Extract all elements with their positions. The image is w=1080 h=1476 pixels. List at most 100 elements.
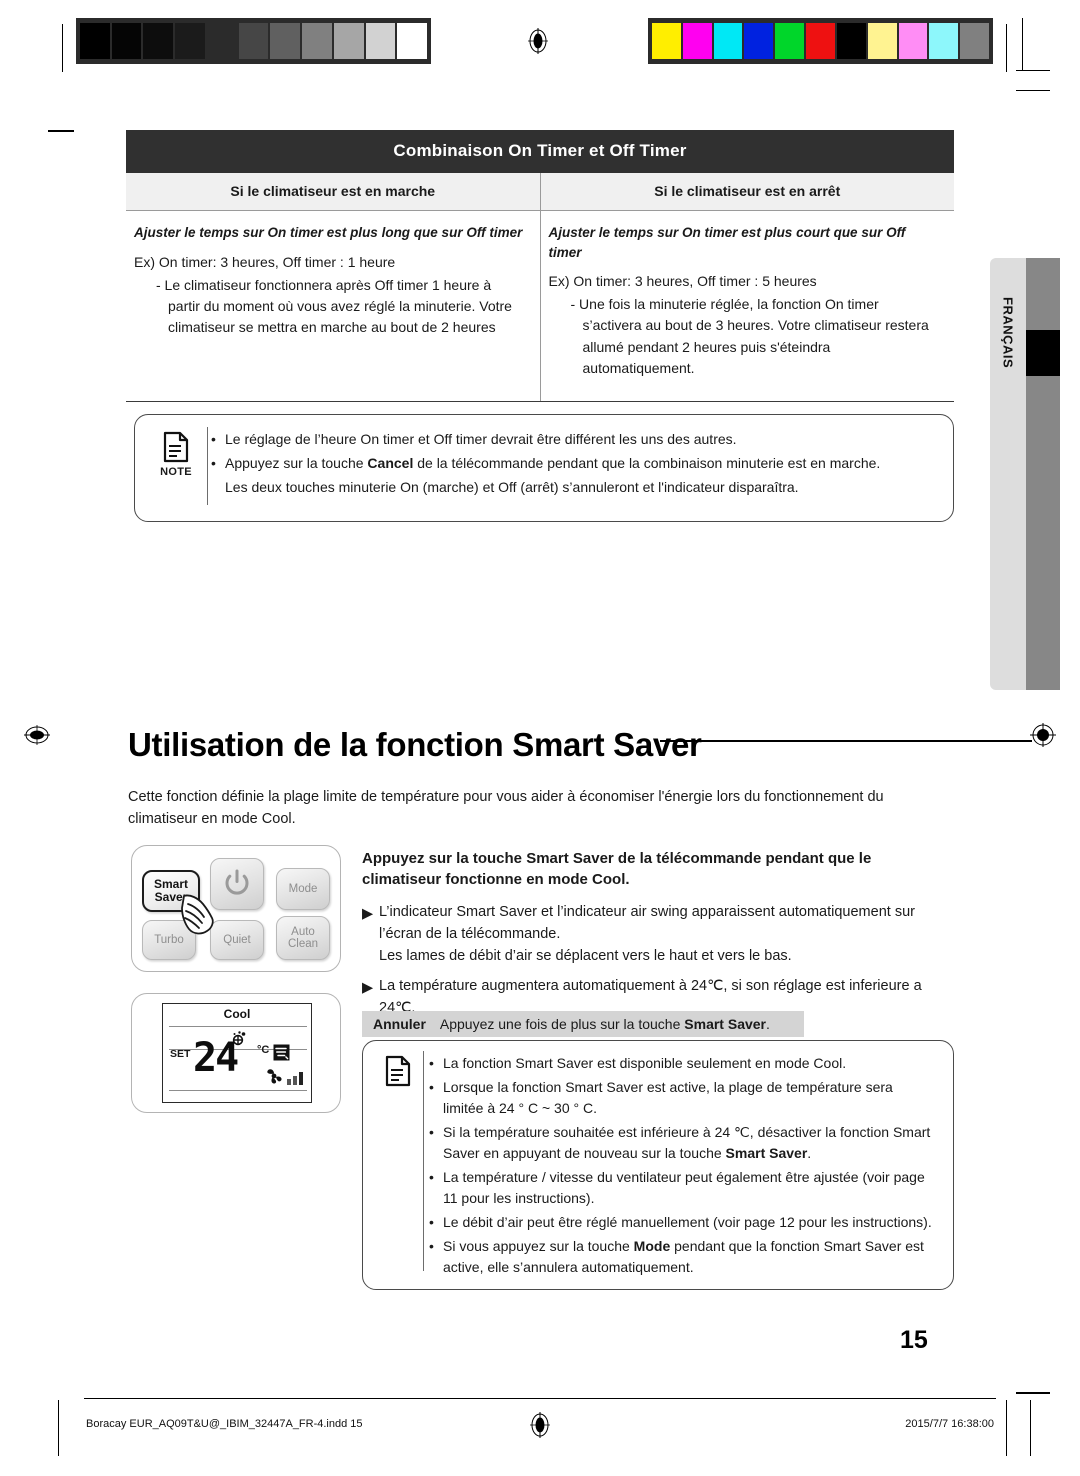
- manual-page: FRANÇAIS Combinaison On Timer et Off Tim…: [0, 0, 1080, 1476]
- trim-tick-right: [1006, 24, 1007, 72]
- lcd-mode-label: Cool: [223, 1007, 251, 1021]
- note-items: • Le réglage de l’heure On timer et Off …: [205, 429, 937, 501]
- fan-level-bars: [287, 1072, 303, 1085]
- lcd-unit-label: °C: [257, 1044, 270, 1056]
- cancel-instruction-text: Appuyez une fois de plus sur la touche S…: [439, 1016, 770, 1032]
- note-item: • Si la température souhaitée est inféri…: [429, 1122, 937, 1164]
- calibration-swatch: [270, 23, 301, 59]
- calibration-swatch: [333, 23, 364, 59]
- power-icon: [223, 868, 251, 899]
- triangle-bullet-icon: ▶: [362, 905, 374, 922]
- calibration-swatch: [302, 23, 332, 59]
- bullet-icon: •: [429, 1169, 434, 1185]
- table-cell-stopped: Ajuster le temps sur On timer est plus c…: [541, 211, 955, 401]
- crop-mark-bottom-right: [1016, 1392, 1050, 1394]
- note-item-text: La température / vitesse du ventilateur …: [443, 1169, 925, 1206]
- remote-smart-saver-button[interactable]: Smart Saver: [142, 870, 200, 912]
- remote-power-button[interactable]: [210, 858, 264, 910]
- calibration-swatch: [238, 23, 269, 59]
- calibration-swatch: [365, 23, 396, 59]
- remote-mode-button[interactable]: Mode: [276, 868, 330, 910]
- trim-tick-right-h2: [1016, 90, 1050, 91]
- bullet-icon: •: [211, 455, 216, 471]
- remote-display-illustration: Cool SET 24 °C: [131, 993, 341, 1113]
- note-item-text: Lorsque la fonction Smart Saver est acti…: [443, 1079, 893, 1116]
- bullet-icon: •: [429, 1214, 434, 1230]
- note-item: • Le réglage de l’heure On timer et Off …: [211, 429, 937, 450]
- registration-target-top: [525, 28, 551, 54]
- calibration-swatch: [929, 23, 959, 59]
- remote-turbo-button[interactable]: Turbo: [142, 920, 196, 960]
- calibration-swatch: [682, 23, 712, 59]
- bullet-icon: •: [429, 1055, 434, 1071]
- table-cell-running: Ajuster le temps sur On timer est plus l…: [126, 211, 541, 402]
- table-cell-lead: Ajuster le temps sur On timer est plus c…: [548, 225, 906, 260]
- calibration-swatch: [836, 23, 866, 59]
- trim-tick-right-outer: [1022, 18, 1023, 70]
- calibration-swatch: [175, 23, 205, 59]
- note-item: • La fonction Smart Saver est disponible…: [429, 1053, 937, 1074]
- remote-quiet-button[interactable]: Quiet: [210, 920, 264, 960]
- note-item-text: Si la température souhaitée est inférieu…: [443, 1124, 931, 1161]
- air-swing-icon: [273, 1044, 290, 1066]
- note-text-pre: Appuyez sur la touche: [225, 455, 368, 471]
- note-item: • Appuyez sur la touche Cancel de la tél…: [211, 453, 937, 474]
- note-item-text: La fonction Smart Saver est disponible s…: [443, 1055, 847, 1071]
- note-item-text: Le débit d’air peut être réglé manuellem…: [443, 1214, 932, 1230]
- language-tab-label: FRANÇAIS: [1000, 297, 1016, 369]
- language-tab-marker: [1026, 330, 1060, 376]
- note-item: • Lorsque la fonction Smart Saver est ac…: [429, 1077, 937, 1119]
- note-item-text: Appuyez sur la touche Cancel de la téléc…: [225, 453, 937, 474]
- footer-timestamp: 2015/7/7 16:38:00: [905, 1418, 994, 1430]
- calibration-strip: [0, 18, 1080, 91]
- table-cell-detail: - Une fois la minuterie réglée, la fonct…: [570, 296, 929, 376]
- calibration-swatch: [206, 23, 237, 59]
- lcd-divider: [169, 1090, 307, 1091]
- color-calibration-bar: [648, 18, 993, 64]
- footer-filename: Boracay EUR_AQ09T&U@_IBIM_32447A_FR-4.in…: [86, 1418, 363, 1430]
- note-subline: Les deux touches minuterie On (marche) e…: [225, 479, 799, 495]
- crop-mark-left-top: [48, 130, 74, 132]
- cancel-instruction-bar: Annuler Appuyez une fois de plus sur la …: [362, 1011, 804, 1037]
- language-side-tab: FRANÇAIS: [990, 258, 1060, 690]
- instructions-block: Appuyez sur la touche Smart Saver de la …: [362, 848, 954, 1027]
- instructions-heading: Appuyez sur la touche Smart Saver de la …: [362, 850, 872, 889]
- remote-button-label: Turbo: [154, 933, 184, 946]
- table-cell-example: Ex) On timer: 3 heures, Off timer : 5 he…: [548, 273, 817, 290]
- note-item-text: Si vous appuyez sur la touche Mode penda…: [443, 1238, 924, 1275]
- note-item: • La température / vitesse du ventilateu…: [429, 1167, 937, 1209]
- note-box-timer: NOTE • Le réglage de l’heure On timer et…: [134, 414, 954, 522]
- note-item: • Si vous appuyez sur la touche Mode pen…: [429, 1236, 937, 1278]
- calibration-swatch: [713, 23, 743, 59]
- calibration-swatch: [111, 23, 142, 59]
- bullet-icon: •: [429, 1079, 434, 1095]
- note-box-smart-saver: • La fonction Smart Saver est disponible…: [362, 1040, 954, 1290]
- calibration-swatch: [775, 23, 805, 59]
- lcd-set-label: SET: [170, 1048, 191, 1060]
- calibration-swatch: [960, 23, 989, 59]
- trim-tick-right-h1: [1016, 70, 1050, 71]
- calibration-swatch: [397, 23, 428, 59]
- remote-button-label: Mode: [288, 882, 318, 895]
- instruction-extra: Les lames de débit d’air se déplacent ve…: [379, 947, 792, 964]
- remote-auto-clean-button[interactable]: Auto Clean: [276, 916, 330, 960]
- table-cell-lead: Ajuster le temps sur On timer est plus l…: [134, 225, 523, 240]
- calibration-swatch: [867, 23, 897, 59]
- section-intro: Cette fonction définie la plage limite d…: [128, 789, 884, 828]
- print-footer: Boracay EUR_AQ09T&U@_IBIM_32447A_FR-4.in…: [0, 1418, 1080, 1438]
- remote-button-label: Auto Clean: [287, 925, 319, 950]
- table-col-header-off: Si le climatiseur est en arrêt: [654, 183, 841, 199]
- bullet-icon: •: [429, 1124, 434, 1140]
- instruction-item: ▶ L’indicateur Smart Saver et l’indicate…: [362, 901, 954, 967]
- document-icon: [163, 431, 189, 463]
- remote-button-label: Smart Saver: [153, 877, 188, 904]
- language-tab-dark-strip: [1026, 258, 1060, 690]
- instruction-item-text: L’indicateur Smart Saver et l’indicateur…: [379, 901, 954, 967]
- note-label: NOTE: [160, 466, 192, 478]
- trim-tick-left: [62, 24, 63, 72]
- note-icon-column: NOTE: [147, 429, 205, 501]
- table-cell-detail: - Le climatiseur fonctionnera après Off …: [156, 276, 512, 336]
- note-item-text: Le réglage de l’heure On timer et Off ti…: [225, 431, 737, 447]
- table-body-row: Ajuster le temps sur On timer est plus l…: [126, 211, 955, 403]
- combination-timer-table: Combinaison On Timer et Off Timer Si le …: [126, 130, 955, 403]
